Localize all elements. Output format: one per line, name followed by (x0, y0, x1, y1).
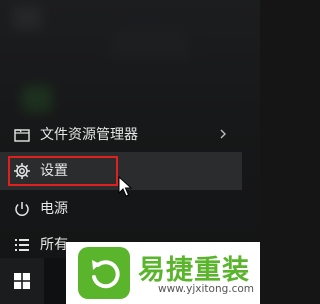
windows-logo-icon (14, 273, 30, 289)
watermark-brand-name: 易捷重装 (138, 255, 250, 286)
watermark-url: www.yjxitong.com (158, 283, 255, 295)
power-icon (12, 199, 32, 219)
menu-item-label: 电源 (40, 201, 68, 217)
blurred-tile (22, 86, 52, 112)
mouse-cursor-icon (118, 176, 133, 197)
start-button[interactable] (0, 258, 44, 304)
start-menu: 文件资源管理器 设置 电源 所有 (0, 0, 260, 258)
highlight-box (8, 156, 118, 186)
menu-item-label: 文件资源管理器 (40, 127, 138, 143)
chevron-right-icon (216, 127, 230, 141)
menu-item-file-explorer[interactable]: 文件资源管理器 (0, 116, 242, 154)
list-icon (12, 235, 32, 255)
watermark: 易捷重装 www.yjxitong.com (66, 242, 260, 304)
refresh-logo-icon (78, 247, 130, 299)
menu-item-label: 所有 (40, 237, 68, 253)
blurred-tile (110, 30, 190, 60)
folder-icon (12, 125, 32, 145)
blurred-tile (12, 6, 42, 30)
